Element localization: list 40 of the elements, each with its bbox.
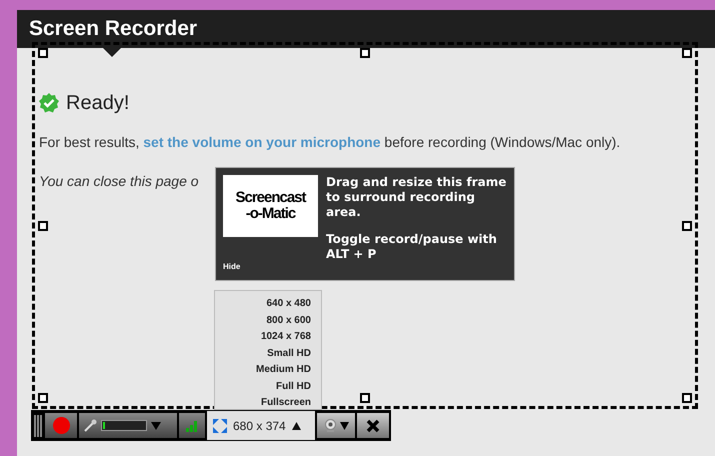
page-title: Screen Recorder [29, 16, 198, 42]
dropdown-icon [151, 422, 161, 430]
close-button[interactable] [357, 413, 389, 438]
resize-handle[interactable] [360, 48, 370, 58]
size-option[interactable]: Full HD [276, 378, 311, 395]
size-option[interactable]: 640 x 480 [266, 296, 311, 312]
microphone-control[interactable] [79, 413, 177, 438]
signal-bars-icon [186, 420, 198, 432]
resize-handle[interactable] [38, 48, 48, 58]
size-option[interactable]: Fullscreen [260, 395, 311, 412]
grip-icon[interactable] [33, 414, 43, 436]
size-option[interactable]: 800 x 600 [266, 312, 311, 329]
resize-handle[interactable] [682, 220, 692, 230]
webcam-button[interactable] [317, 413, 355, 438]
signal-button[interactable] [179, 413, 205, 438]
resize-handle[interactable] [682, 48, 692, 58]
webcam-icon [324, 419, 336, 432]
close-note: You can close this page o [39, 172, 199, 191]
status-title: Ready! [66, 91, 130, 116]
size-option[interactable]: Medium HD [256, 362, 311, 378]
close-icon [366, 418, 380, 432]
record-button[interactable] [45, 413, 77, 438]
intro-text: For best results, set the volume on your microphone before recording (Windows/Mac only). [39, 133, 622, 152]
resize-handle[interactable] [38, 220, 48, 230]
dropdown-icon [340, 422, 348, 430]
resize-handle[interactable] [38, 393, 48, 403]
microphone-icon [83, 418, 97, 432]
caret-up-icon [292, 422, 301, 430]
resize-handle[interactable] [682, 393, 692, 403]
size-selector[interactable]: 680 x 374 [207, 411, 315, 440]
hide-link[interactable]: Hide [223, 261, 318, 273]
expand-icon [213, 418, 227, 432]
shortcut-hint: Toggle record/pause with ALT + P [326, 232, 498, 262]
resize-handle[interactable] [360, 393, 370, 403]
app-logo: Screencast -o-Matic [223, 175, 318, 237]
record-icon [52, 417, 70, 434]
check-badge-icon [39, 93, 59, 113]
tooltip-message: Drag and resize this frame to surround recording area. [326, 175, 507, 220]
size-option[interactable]: 1024 x 768 [260, 329, 311, 346]
size-option[interactable]: Small HD [267, 346, 311, 362]
